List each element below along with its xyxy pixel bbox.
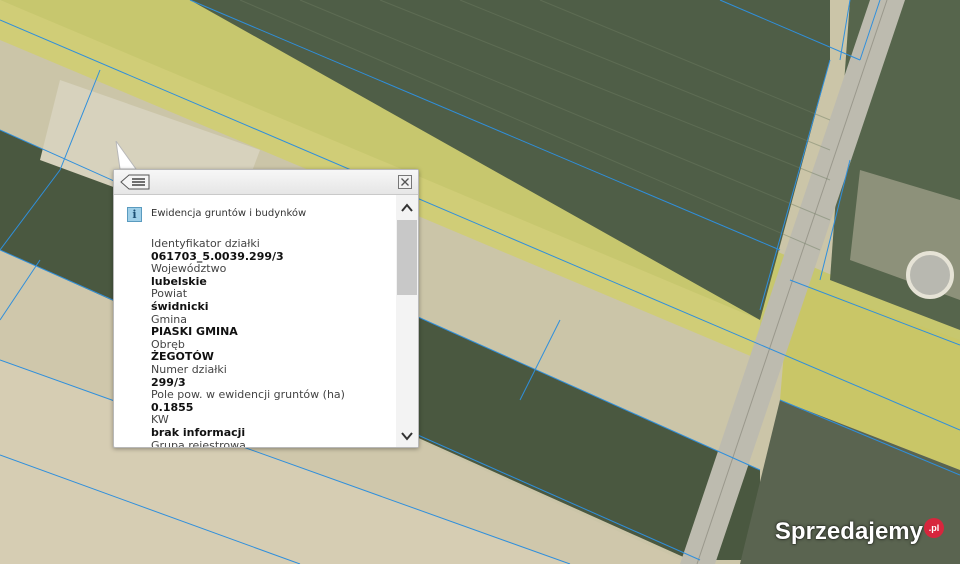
attribute-label: Województwo: [151, 262, 227, 276]
attribute-value: lubelskie: [151, 274, 207, 288]
feature-info-popup: i Ewidencja gruntów i budynków Identyfik…: [113, 169, 419, 448]
popup-body: i Ewidencja gruntów i budynków Identyfik…: [114, 195, 396, 447]
chevron-down-icon[interactable]: [400, 429, 414, 443]
attribute-label: Identyfikator działki: [151, 237, 260, 250]
popup-scrollbar[interactable]: [396, 195, 418, 447]
attribute-label: Numer działki: [151, 362, 227, 376]
attribute-value: świdnicki: [151, 299, 209, 313]
popup-header: [114, 170, 418, 195]
layer-title: Ewidencja gruntów i budynków: [151, 208, 307, 219]
attribute-value: PIASKI GMINA: [151, 325, 238, 339]
attribute-value: 0.1855: [151, 400, 194, 414]
attribute-list: Identyfikator działki 061703_5.0039.299/3…: [151, 237, 396, 447]
attribute-label: Pole pow. w ewidencji gruntów (ha): [151, 388, 345, 402]
watermark-badge: .pl: [924, 518, 944, 538]
close-icon[interactable]: [398, 175, 412, 189]
chevron-up-icon[interactable]: [400, 201, 414, 215]
watermark-text: Sprzedajemy: [774, 518, 923, 545]
watermark-logo: Sprzedajemy .pl: [775, 518, 944, 548]
scrollbar-thumb[interactable]: [397, 220, 417, 295]
roundabout: [906, 251, 954, 299]
info-icon: i: [127, 207, 142, 222]
attribute-value: brak informacji: [151, 425, 246, 439]
list-back-icon[interactable]: [120, 174, 150, 190]
popup-pointer: [115, 141, 137, 170]
attribute-label: Grupa rejestrowa: [151, 438, 246, 447]
